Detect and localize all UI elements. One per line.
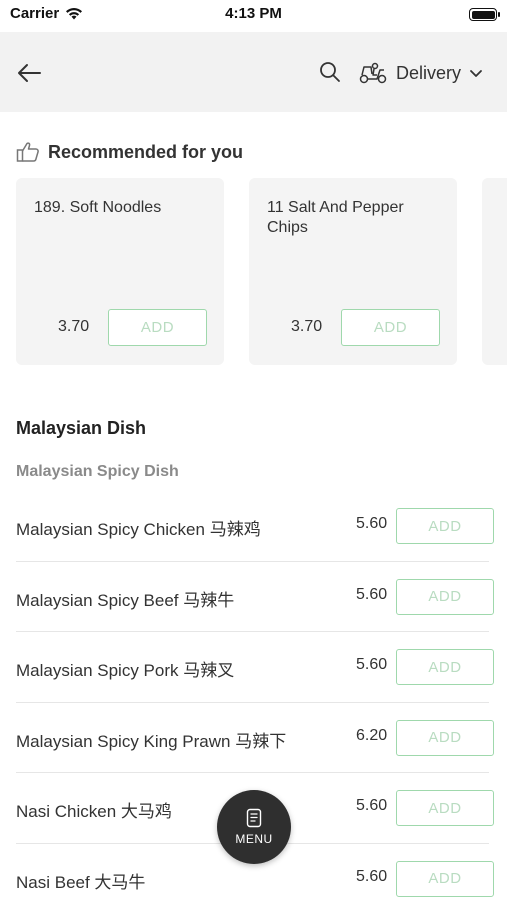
menu-item[interactable]: Malaysian Spicy King Prawn 马辣下 6.20 ADD: [0, 703, 507, 773]
status-bar: Carrier 4:13 PM: [0, 0, 507, 30]
item-name: Malaysian Spicy Beef 马辣牛: [16, 590, 235, 610]
add-button[interactable]: ADD: [396, 578, 494, 615]
item-price: 6.20: [356, 726, 388, 744]
search-icon: [320, 62, 340, 82]
item-price: 5.60: [356, 867, 388, 885]
recommended-carousel[interactable]: 189. Soft Noodles 3.70 ADD 11 Salt And P…: [16, 178, 507, 368]
delivery-selector[interactable]: Delivery: [358, 56, 483, 90]
card-name: 11 Salt And Pepper Chips: [267, 199, 404, 236]
add-button[interactable]: ADD: [108, 309, 207, 346]
menu-item[interactable]: Malaysian Spicy Beef 马辣牛 5.60 ADD: [0, 562, 507, 632]
thumbs-up-icon: [16, 142, 39, 162]
delivery-label: Delivery: [396, 62, 462, 83]
add-button[interactable]: ADD: [341, 309, 440, 346]
menu-fab-label: MENU: [235, 832, 273, 846]
add-button[interactable]: ADD: [396, 719, 494, 756]
app-header: Delivery: [0, 32, 507, 112]
scooter-icon: [359, 62, 387, 84]
add-button[interactable]: ADD: [396, 508, 494, 544]
item-name: Malaysian Spicy King Prawn 马辣下: [16, 731, 287, 751]
item-name: Nasi Beef 大马牛: [16, 872, 146, 892]
card-price: 3.70: [58, 318, 90, 335]
recommended-card[interactable]: 189. Soft Noodles 3.70 ADD: [16, 178, 224, 365]
item-name: Malaysian Spicy Chicken 马辣鸡: [16, 520, 261, 539]
item-price: 5.60: [356, 656, 388, 673]
add-button[interactable]: ADD: [396, 790, 494, 826]
recommended-card-partial[interactable]: [482, 178, 507, 365]
recommended-header: Recommended for you: [16, 141, 243, 163]
card-name: 189. Soft Noodles: [34, 199, 162, 216]
menu-item[interactable]: Malaysian Spicy Pork 马辣叉 5.60 ADD: [0, 632, 507, 703]
add-button[interactable]: ADD: [396, 860, 494, 897]
subsection-title: Malaysian Spicy Dish: [16, 463, 179, 480]
add-button[interactable]: ADD: [396, 649, 494, 685]
item-name: Malaysian Spicy Pork 马辣叉: [16, 661, 235, 680]
card-price: 3.70: [291, 318, 323, 335]
menu-item[interactable]: Malaysian Spicy Chicken 马辣鸡 5.60 ADD: [0, 491, 507, 562]
menu-fab-button[interactable]: MENU: [217, 790, 291, 864]
section-title: Malaysian Dish: [16, 418, 147, 438]
recommended-card[interactable]: 11 Salt And Pepper Chips 3.70 ADD: [249, 178, 457, 365]
arrow-left-icon: [18, 64, 41, 82]
item-price: 5.60: [356, 515, 388, 532]
menu-card-icon: [246, 808, 262, 828]
item-price: 5.60: [356, 797, 388, 814]
status-time: 4:13 PM: [225, 5, 282, 22]
battery-icon: [469, 8, 500, 21]
item-name: Nasi Chicken 大马鸡: [16, 802, 172, 821]
item-price: 5.60: [356, 585, 388, 603]
recommended-title: Recommended for you: [48, 141, 244, 162]
back-button[interactable]: [12, 56, 46, 90]
chevron-down-icon: [470, 70, 482, 77]
search-button[interactable]: [316, 58, 344, 86]
